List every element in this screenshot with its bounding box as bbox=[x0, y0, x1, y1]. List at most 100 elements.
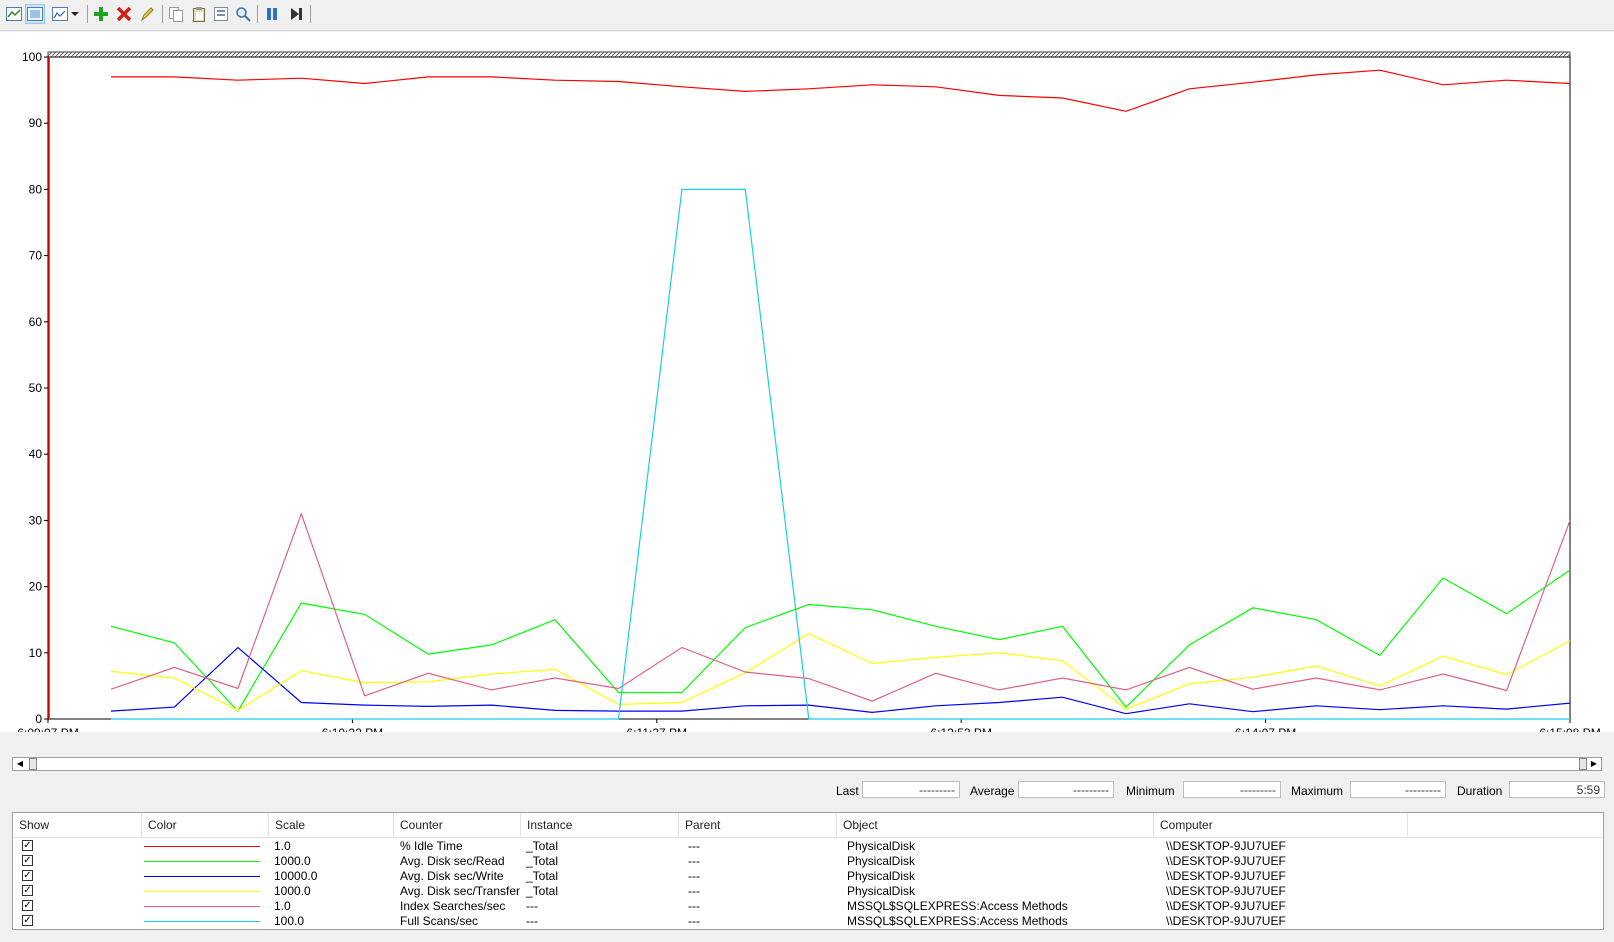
object-cell: PhysicalDisk bbox=[847, 854, 916, 868]
view-log-data-button[interactable] bbox=[25, 4, 45, 24]
show-checkbox[interactable]: ✓ bbox=[22, 870, 33, 881]
color-swatch bbox=[144, 876, 260, 877]
freeze-display-icon bbox=[267, 8, 277, 20]
color-swatch bbox=[144, 846, 260, 847]
table-row[interactable]: ✓ 1.0 Index Searches/sec --- --- MSSQL$SQLEXP… bbox=[13, 899, 1603, 914]
show-checkbox[interactable]: ✓ bbox=[22, 855, 33, 866]
legend-header: Show Color Scale Counter Instance Parent… bbox=[13, 813, 1603, 838]
y-tick-label: 80 bbox=[29, 182, 43, 196]
duration-label: Duration bbox=[1457, 784, 1503, 798]
column-header-instance[interactable]: Instance bbox=[521, 813, 679, 837]
y-tick-label: 60 bbox=[29, 315, 43, 329]
properties-icon bbox=[214, 7, 228, 21]
parent-cell: --- bbox=[688, 839, 700, 853]
scale-cell: 1000.0 bbox=[274, 854, 311, 868]
y-tick-label: 50 bbox=[29, 381, 43, 395]
plot-frame bbox=[47, 56, 1571, 720]
parent-cell: --- bbox=[688, 914, 700, 928]
instance-cell: --- bbox=[526, 914, 538, 928]
copy-properties-icon bbox=[169, 7, 183, 22]
table-row[interactable]: ✓ 10000.0 Avg. Disk sec/Write _Total --- Phys… bbox=[13, 869, 1603, 884]
color-swatch bbox=[144, 891, 260, 892]
add-counter-icon bbox=[94, 7, 108, 21]
computer-cell: \\DESKTOP-9JU7UEF bbox=[1166, 914, 1286, 928]
instance-cell: --- bbox=[526, 899, 538, 913]
copy-properties-button[interactable] bbox=[166, 4, 186, 24]
minimum-value: --------- bbox=[1183, 781, 1281, 798]
column-header-object[interactable]: Object bbox=[837, 813, 1154, 837]
add-counter-button[interactable] bbox=[91, 4, 111, 24]
counter-cell: Index Searches/sec bbox=[400, 899, 506, 913]
delete-counter-icon bbox=[116, 6, 132, 22]
delete-counter-button[interactable] bbox=[114, 4, 134, 24]
x-tick-label: 6:09:07 PM bbox=[17, 726, 78, 732]
scroll-start-handle[interactable] bbox=[29, 758, 37, 770]
counter-cell: Full Scans/sec bbox=[400, 914, 479, 928]
show-checkbox[interactable]: ✓ bbox=[22, 840, 33, 851]
view-current-activity-icon bbox=[6, 7, 22, 21]
toolbar bbox=[0, 0, 1614, 31]
counter-cell: Avg. Disk sec/Transfer bbox=[400, 884, 521, 898]
view-log-data-icon bbox=[27, 7, 43, 21]
parent-cell: --- bbox=[688, 854, 700, 868]
y-tick-label: 0 bbox=[35, 712, 42, 726]
show-checkbox[interactable]: ✓ bbox=[22, 915, 33, 926]
freeze-display-button[interactable] bbox=[262, 4, 282, 24]
zoom-icon bbox=[236, 7, 251, 22]
y-tick-label: 100 bbox=[22, 50, 42, 64]
column-header-scale[interactable]: Scale bbox=[269, 813, 394, 837]
change-graph-type-icon bbox=[51, 7, 68, 21]
column-header-parent[interactable]: Parent bbox=[679, 813, 837, 837]
counter-legend-table: Show Color Scale Counter Instance Parent… bbox=[12, 812, 1604, 930]
scale-cell: 1000.0 bbox=[274, 884, 311, 898]
paste-counter-list-button[interactable] bbox=[189, 4, 209, 24]
show-checkbox[interactable]: ✓ bbox=[22, 885, 33, 896]
time-range-scrollbar[interactable]: ◀ ▶ bbox=[12, 757, 1602, 771]
chevron-down-icon bbox=[70, 12, 79, 16]
computer-cell: \\DESKTOP-9JU7UEF bbox=[1166, 839, 1286, 853]
object-cell: PhysicalDisk bbox=[847, 839, 916, 853]
x-tick-label: 6:12:52 PM bbox=[931, 726, 992, 732]
computer-cell: \\DESKTOP-9JU7UEF bbox=[1166, 869, 1286, 883]
update-data-button[interactable] bbox=[286, 4, 306, 24]
show-checkbox[interactable]: ✓ bbox=[22, 900, 33, 911]
scroll-end-handle[interactable] bbox=[1579, 758, 1587, 770]
change-graph-type-button[interactable] bbox=[48, 4, 82, 24]
x-tick-label: 6:15:08 PM bbox=[1539, 726, 1600, 732]
performance-chart: 0 10 20 30 40 50 60 70 80 90 100 6:09:07 PM 6:10:22 … bbox=[17, 50, 1600, 740]
table-row[interactable]: ✓ 1.0 % Idle Time _Total --- PhysicalDisk \\DE… bbox=[13, 839, 1603, 854]
x-tick-label: 6:10:22 PM bbox=[322, 726, 383, 732]
parent-cell: --- bbox=[688, 884, 700, 898]
y-tick-label: 30 bbox=[29, 513, 43, 527]
computer-cell: \\DESKTOP-9JU7UEF bbox=[1166, 884, 1286, 898]
counter-cell: % Idle Time bbox=[400, 839, 463, 853]
column-header-color[interactable]: Color bbox=[142, 813, 269, 837]
y-tick-label: 10 bbox=[29, 646, 43, 660]
scale-cell: 1.0 bbox=[274, 839, 291, 853]
maximum-value: --------- bbox=[1350, 781, 1446, 798]
color-swatch bbox=[144, 906, 260, 907]
parent-cell: --- bbox=[688, 869, 700, 883]
table-row[interactable]: ✓ 1000.0 Avg. Disk sec/Read _Total --- Physic… bbox=[13, 854, 1603, 869]
table-row[interactable]: ✓ 100.0 Full Scans/sec --- --- MSSQL$SQLEXPRE… bbox=[13, 914, 1603, 929]
scroll-left-arrow-icon[interactable]: ◀ bbox=[13, 758, 27, 770]
graph-area: 0 10 20 30 40 50 60 70 80 90 100 6:09:07 PM 6:10:22 … bbox=[0, 32, 1614, 740]
instance-cell: _Total bbox=[526, 884, 559, 898]
table-row[interactable]: ✓ 1000.0 Avg. Disk sec/Transfer _Total --- Ph… bbox=[13, 884, 1603, 899]
paste-counter-list-icon bbox=[193, 7, 205, 22]
properties-button[interactable] bbox=[211, 4, 231, 24]
column-header-computer[interactable]: Computer bbox=[1154, 813, 1408, 837]
column-header-show[interactable]: Show bbox=[13, 813, 142, 837]
scroll-right-arrow-icon[interactable]: ▶ bbox=[1587, 758, 1601, 770]
column-header-counter[interactable]: Counter bbox=[394, 813, 521, 837]
zoom-button[interactable] bbox=[233, 4, 253, 24]
highlight-button[interactable] bbox=[137, 4, 157, 24]
color-swatch bbox=[144, 921, 260, 922]
average-value: --------- bbox=[1018, 781, 1114, 798]
x-tick-label: 6:14:07 PM bbox=[1235, 726, 1296, 732]
y-tick-label: 70 bbox=[29, 249, 43, 263]
maximum-label: Maximum bbox=[1291, 784, 1344, 798]
y-tick-label: 20 bbox=[29, 580, 43, 594]
highlight-icon bbox=[140, 7, 154, 22]
view-current-activity-button[interactable] bbox=[4, 4, 24, 24]
